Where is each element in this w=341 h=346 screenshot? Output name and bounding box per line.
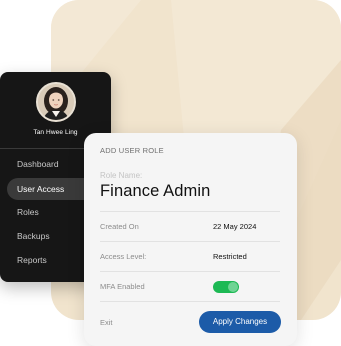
app-stage: Tan Hwee Ling Dashboard User Access Role… — [0, 0, 341, 346]
mfa-label: MFA Enabled — [100, 282, 145, 291]
created-on-label: Created On — [100, 222, 139, 231]
avatar[interactable] — [36, 82, 76, 122]
apply-changes-button[interactable]: Apply Changes — [199, 311, 281, 333]
card-title: ADD USER ROLE — [100, 146, 164, 155]
access-level-row: Access Level: Restricted — [100, 241, 280, 271]
exit-button[interactable]: Exit — [100, 318, 113, 327]
role-name-field[interactable]: Finance Admin — [100, 182, 210, 201]
access-level-label: Access Level: — [100, 252, 147, 261]
add-user-role-card: ADD USER ROLE Role Name: Finance Admin C… — [84, 133, 297, 346]
created-on-row: Created On 22 May 2024 — [100, 211, 280, 241]
user-avatar-icon — [38, 84, 74, 120]
mfa-toggle-knob — [228, 282, 238, 292]
card-footer-divider — [100, 301, 280, 302]
created-on-value: 22 May 2024 — [213, 222, 257, 231]
access-level-value[interactable]: Restricted — [213, 252, 247, 261]
mfa-row: MFA Enabled — [100, 271, 280, 301]
role-name-label: Role Name: — [100, 171, 143, 180]
mfa-toggle[interactable] — [213, 281, 239, 293]
